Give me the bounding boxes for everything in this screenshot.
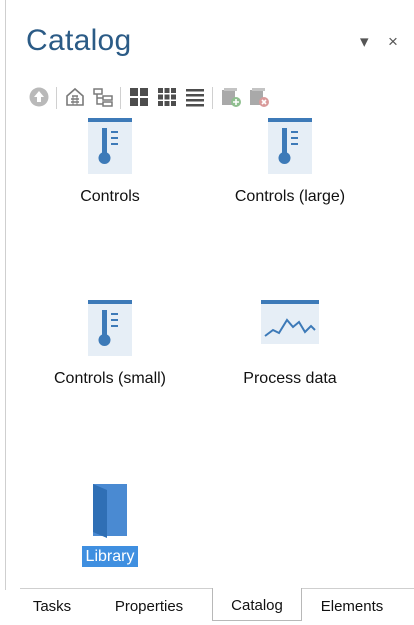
add-item-icon[interactable]: [218, 84, 244, 110]
panel-header: Catalog ▾ ×: [26, 22, 414, 68]
catalog-toolbar: [26, 84, 414, 112]
tab-catalog[interactable]: Catalog: [212, 588, 302, 621]
tab-elements[interactable]: Elements: [304, 589, 400, 620]
large-icons-view-icon[interactable]: [126, 84, 152, 110]
catalog-item-process-data[interactable]: Process data: [210, 300, 370, 420]
catalog-item-label: Controls (large): [234, 188, 346, 205]
catalog-item-label: Process data: [243, 370, 337, 387]
folder-icon: [87, 482, 133, 543]
home-icon[interactable]: [62, 84, 88, 110]
thermometer-icon: [268, 118, 312, 179]
catalog-items-area: Controls Controls (large) Controls (smal…: [6, 118, 414, 588]
thermometer-icon: [88, 300, 132, 361]
tree-icon[interactable]: [90, 84, 116, 110]
toolbar-separator: [56, 87, 57, 109]
catalog-item-label: Controls: [80, 188, 140, 205]
selected-item-label: Library: [81, 546, 139, 567]
catalog-item-label: Controls (small): [53, 370, 166, 387]
up-arrow-icon[interactable]: [26, 84, 52, 110]
panel-title: Catalog: [26, 24, 132, 57]
toolbar-separator: [120, 87, 121, 109]
trend-line-icon: [261, 300, 319, 349]
catalog-item-controls[interactable]: Controls: [30, 118, 190, 238]
small-icons-view-icon[interactable]: [154, 84, 180, 110]
catalog-panel: Catalog ▾ × Controls Controls (large) Co…: [0, 0, 414, 621]
catalog-item-controls-small[interactable]: Controls (small): [30, 300, 190, 420]
panel-tabs: Tasks Properties Catalog Elements: [20, 588, 414, 621]
dropdown-icon[interactable]: ▾: [360, 32, 369, 52]
thermometer-icon: [88, 118, 132, 179]
close-icon[interactable]: ×: [388, 32, 398, 52]
tab-properties[interactable]: Properties: [84, 589, 214, 620]
catalog-item-label: Library: [30, 546, 190, 567]
toolbar-separator: [212, 87, 213, 109]
remove-item-icon[interactable]: [246, 84, 272, 110]
list-view-icon[interactable]: [182, 84, 208, 110]
catalog-item-library[interactable]: Library: [30, 482, 190, 602]
catalog-item-controls-large[interactable]: Controls (large): [210, 118, 370, 238]
tab-tasks[interactable]: Tasks: [22, 589, 82, 620]
